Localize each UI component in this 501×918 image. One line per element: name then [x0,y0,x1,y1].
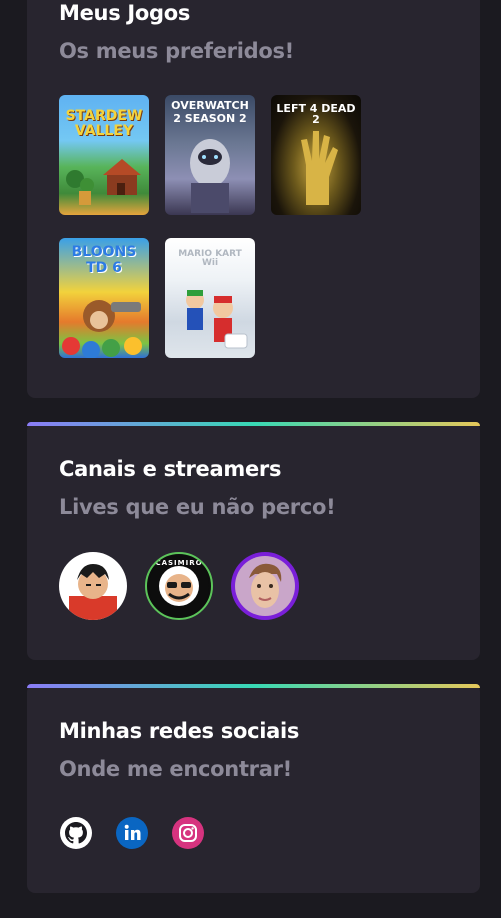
socials-title: Minhas redes sociais [59,719,300,743]
zombie-hand-art [301,131,338,205]
game-left-4-dead-2[interactable]: LEFT 4 DEAD 2 [271,95,361,215]
games-card: Meus Jogos Os meus preferidos! STARDEW V… [27,0,480,398]
socials-card: Minhas redes sociais Onde me encontrar! [27,684,480,893]
farm-art [66,159,141,205]
linkedin-icon [116,817,148,849]
games-title: Meus Jogos [59,1,191,25]
streamer-avatar[interactable] [59,552,127,620]
cartoon-face-art [69,564,117,620]
streamer-avatar[interactable] [231,552,299,620]
games-subtitle: Os meus preferidos! [59,39,294,63]
gradient-accent-bar [27,684,480,688]
streamers-card: Canais e streamers Lives que eu não perc… [27,422,480,660]
github-link[interactable] [59,816,93,850]
casimiro-badge-text: CASIMIRO [155,559,203,567]
streamers-title: Canais e streamers [59,457,282,481]
monkey-art [62,300,142,358]
streamer-avatar-casimiro[interactable]: CASIMIRO [145,552,213,620]
github-icon [60,817,92,849]
linkedin-link[interactable] [115,816,149,850]
hero-art [190,139,230,213]
instagram-link[interactable] [171,816,205,850]
game-bloons-td-6[interactable]: BLOONS TD 6 [59,238,149,358]
portrait-art [235,556,295,616]
game-overwatch-2[interactable]: OVERWATCH 2 SEASON 2 [165,95,255,215]
game-mario-kart-wii[interactable]: MARIO KART Wii [165,238,255,358]
gradient-accent-bar [27,422,480,426]
mario-luigi-art [186,290,248,349]
instagram-icon [172,817,204,849]
game-stardew-valley[interactable]: STARDEW VALLEY [59,95,149,215]
socials-subtitle: Onde me encontrar! [59,757,292,781]
streamers-subtitle: Lives que eu não perco! [59,495,336,519]
